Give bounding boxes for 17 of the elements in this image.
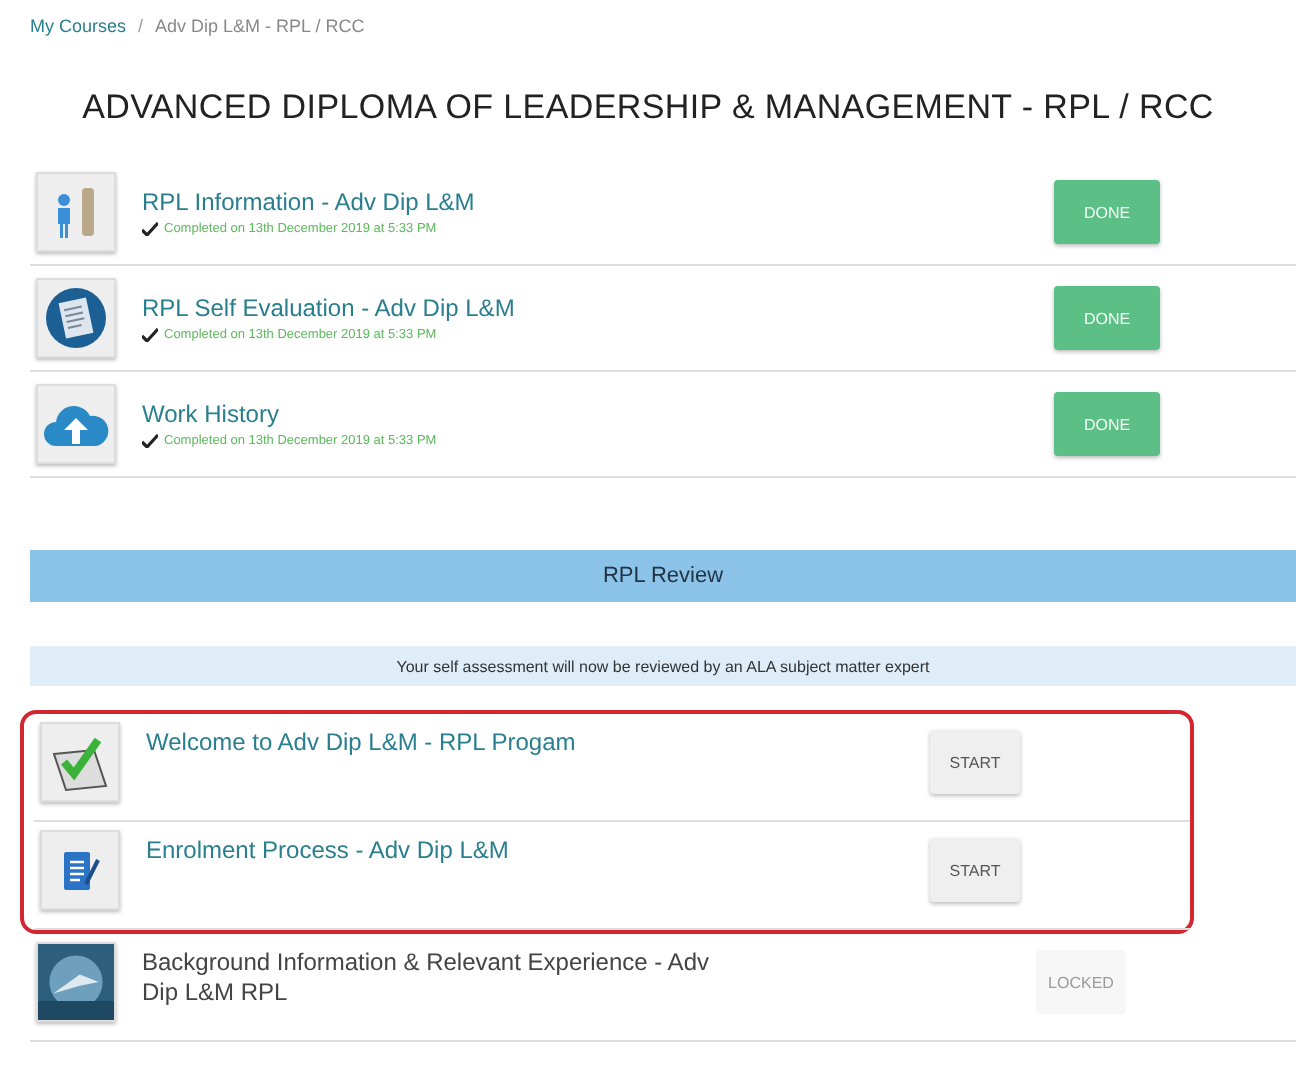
module-title[interactable]: Work History <box>142 400 742 430</box>
module-title[interactable]: Welcome to Adv Dip L&M - RPL Progam <box>146 728 746 758</box>
check-icon <box>142 434 158 448</box>
breadcrumb-current: Adv Dip L&M - RPL / RCC <box>155 16 365 36</box>
notice-bar: Your self assessment will now be reviewed by an ALA subject matter expert <box>30 646 1296 686</box>
module-title[interactable]: Enrolment Process - Adv Dip L&M <box>146 836 746 866</box>
start-button[interactable]: START <box>930 730 1020 794</box>
start-button[interactable]: START <box>930 838 1020 902</box>
check-icon <box>142 328 158 342</box>
module-title[interactable]: RPL Information - Adv Dip L&M <box>142 188 742 218</box>
breadcrumb-link[interactable]: My Courses <box>30 16 127 36</box>
breadcrumb-separator: / <box>138 16 144 36</box>
section-header: RPL Review <box>30 550 1296 602</box>
course-title: ADVANCED DIPLOMA OF LEADERSHIP & MANAGEMENT - RPL / RCC <box>80 88 1216 128</box>
check-icon <box>142 222 158 236</box>
module-title[interactable]: Background Information & Relevant Experience - Adv Dip L&M RPL <box>142 948 742 1008</box>
module-title[interactable]: RPL Self Evaluation - Adv Dip L&M <box>142 294 742 324</box>
